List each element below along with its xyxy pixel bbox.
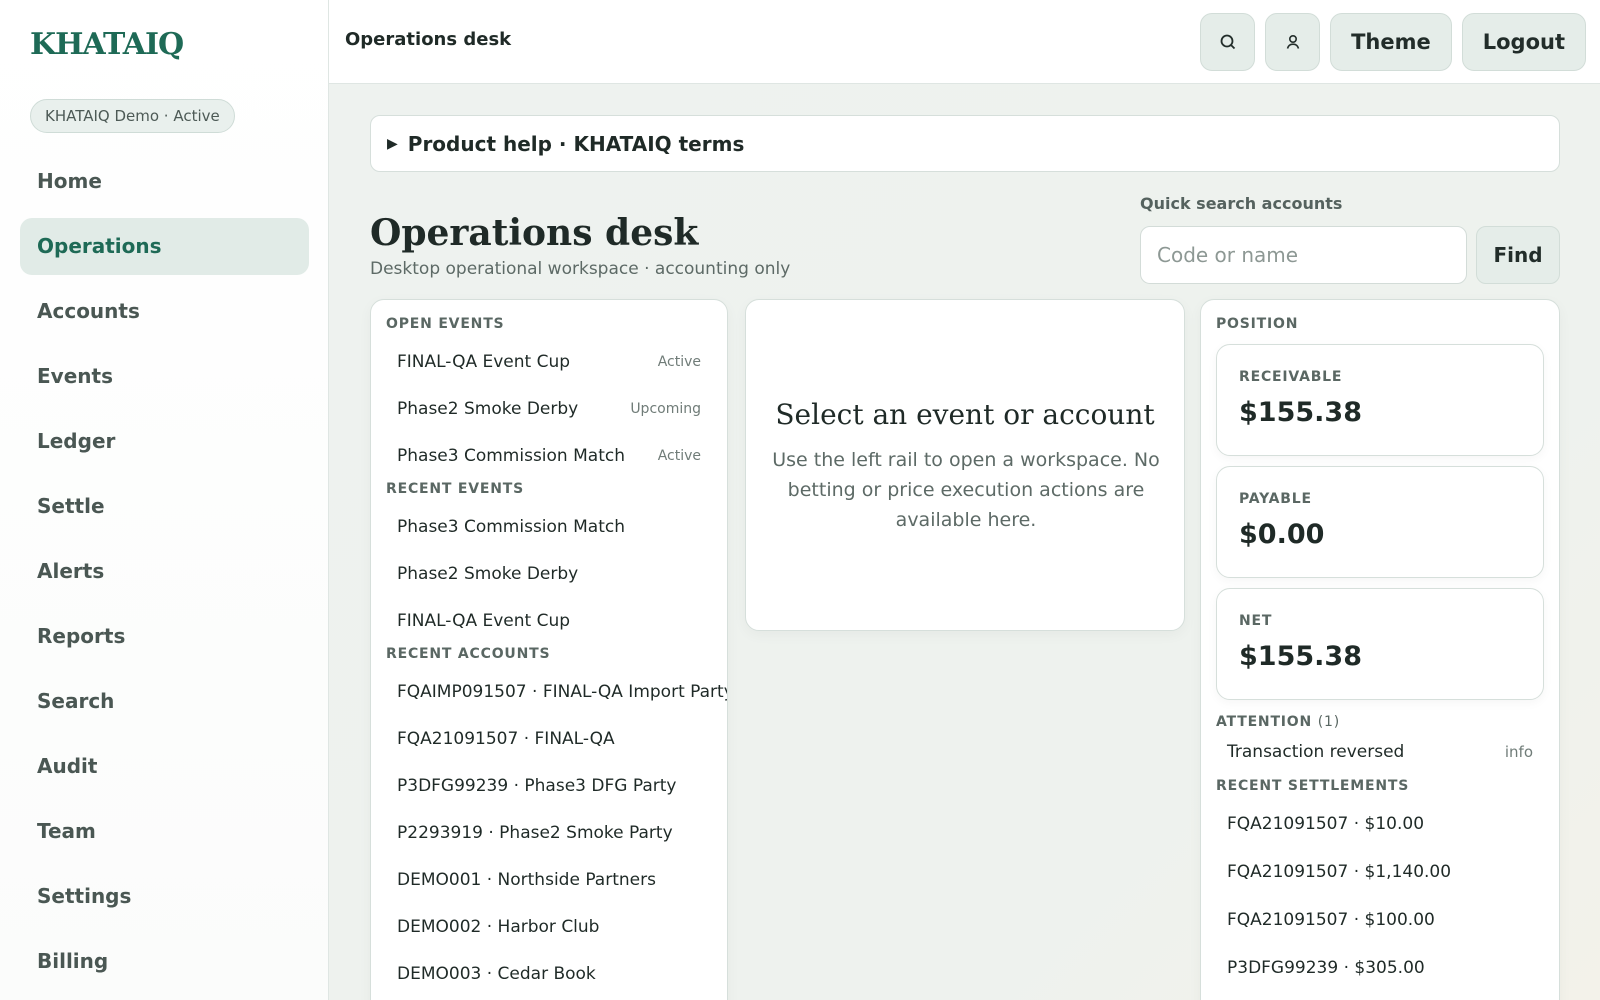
attention-item[interactable]: Transaction reversed info (1201, 730, 1559, 774)
recent-event-row[interactable]: FINAL-QA Event Cup (371, 597, 727, 644)
sidebar-item-ledger[interactable]: Ledger (20, 413, 309, 470)
settlement-row[interactable]: FQA21091507 · $100.00 (1201, 896, 1559, 944)
attention-count: (1) (1317, 714, 1340, 730)
recent-account-row[interactable]: DEMO001 · Northside Partners (371, 856, 727, 903)
open-event-row[interactable]: FINAL-QA Event Cup Active (371, 338, 727, 385)
sidebar-item-operations[interactable]: Operations (20, 218, 309, 275)
payable-metric: PAYABLE $0.00 (1216, 466, 1544, 578)
left-rail-card: OPEN EVENTS FINAL-QA Event Cup Active Ph… (370, 299, 728, 1000)
recent-events-heading: RECENT EVENTS (386, 481, 525, 497)
user-icon (1286, 34, 1299, 49)
metric-label: RECEIVABLE (1239, 369, 1343, 385)
main-content: ▶ Product help · KHATAIQ terms Operation… (329, 84, 1600, 1000)
open-event-row[interactable]: Phase3 Commission Match Active (371, 432, 727, 479)
metric-value: $0.00 (1239, 519, 1325, 550)
receivable-metric: RECEIVABLE $155.38 (1216, 344, 1544, 456)
attention-heading: ATTENTION (1) (1201, 714, 1559, 730)
recent-account-row[interactable]: FQA21091507 · FINAL-QA (371, 715, 727, 762)
sidebar-item-settle[interactable]: Settle (20, 478, 309, 535)
recent-accounts-heading: RECENT ACCOUNTS (386, 646, 551, 662)
event-status: Active (657, 353, 701, 370)
recent-account-row[interactable]: P2293919 · Phase2 Smoke Party (371, 809, 727, 856)
top-actions: Theme Logout (1200, 13, 1586, 71)
caret-right-icon: ▶ (387, 135, 398, 152)
recent-event-row[interactable]: Phase3 Commission Match (371, 503, 727, 550)
search-button[interactable] (1200, 13, 1256, 71)
sidebar-item-search[interactable]: Search (20, 673, 309, 730)
position-card: POSITION RECEIVABLE $155.38 PAYABLE $0.0… (1200, 299, 1560, 1000)
sidebar-item-events[interactable]: Events (20, 348, 309, 405)
event-status: Active (657, 447, 701, 464)
event-name: Phase3 Commission Match (397, 445, 625, 466)
sidebar-item-home[interactable]: Home (20, 153, 309, 210)
recent-account-row[interactable]: FQAIMP091507 · FINAL-QA Import Party (371, 668, 727, 715)
settlement-row[interactable]: P3DFG99239 · $305.00 (1201, 944, 1559, 992)
product-help-label: Product help · KHATAIQ terms (407, 131, 745, 156)
open-events-heading: OPEN EVENTS (386, 316, 505, 332)
sidebar-item-audit[interactable]: Audit (20, 738, 309, 795)
logout-button[interactable]: Logout (1461, 13, 1586, 71)
sidebar: KHATAIQ KHATAIQ Demo · Active Home Opera… (0, 0, 329, 1000)
recent-event-row[interactable]: Phase2 Smoke Derby (371, 550, 727, 597)
top-bar: Operations desk Theme Logout (329, 0, 1600, 84)
theme-button[interactable]: Theme (1330, 13, 1452, 71)
workspace-empty-state: Select an event or account Use the left … (745, 299, 1185, 631)
metric-label: NET (1239, 613, 1273, 629)
event-status: Upcoming (630, 400, 701, 417)
net-metric: NET $155.38 (1216, 588, 1544, 700)
profile-button[interactable] (1265, 13, 1321, 71)
recent-account-row[interactable]: P3DFG99239 · Phase3 DFG Party (371, 762, 727, 809)
event-name: FINAL-QA Event Cup (397, 351, 571, 372)
attention-level: info (1504, 743, 1533, 761)
sidebar-item-settings[interactable]: Settings (20, 868, 309, 925)
search-icon (1220, 34, 1235, 50)
event-name: Phase2 Smoke Derby (397, 398, 579, 419)
find-button[interactable]: Find (1476, 226, 1560, 284)
sidebar-item-reports[interactable]: Reports (20, 608, 309, 665)
metric-value: $155.38 (1239, 397, 1362, 428)
product-help-toggle[interactable]: ▶ Product help · KHATAIQ terms (370, 115, 1560, 172)
recent-account-row[interactable]: DEMO003 · Cedar Book (371, 950, 727, 997)
attention-text: Transaction reversed (1227, 742, 1405, 762)
topbar-title: Operations desk (345, 29, 512, 50)
sidebar-item-alerts[interactable]: Alerts (20, 543, 309, 600)
page-title: Operations desk (370, 212, 699, 254)
quick-search-input[interactable] (1140, 226, 1467, 284)
position-heading: POSITION (1216, 316, 1299, 332)
empty-state-body: Use the left rail to open a workspace. N… (772, 449, 1160, 531)
page-subtitle: Desktop operational workspace · accounti… (370, 259, 791, 279)
brand-logo[interactable]: KHATAIQ (30, 27, 184, 62)
settlement-row[interactable]: FQA21091507 · $10.00 (1201, 800, 1559, 848)
sidebar-item-team[interactable]: Team (20, 803, 309, 860)
quick-search-label: Quick search accounts (1140, 194, 1343, 213)
tenant-badge[interactable]: KHATAIQ Demo · Active (30, 99, 235, 133)
recent-account-row[interactable]: DEMO002 · Harbor Club (371, 903, 727, 950)
empty-state-title: Select an event or account (775, 398, 1155, 431)
sidebar-nav: Home Operations Accounts Events Ledger S… (20, 153, 309, 998)
settlement-row[interactable]: FQA21091507 · $1,140.00 (1201, 848, 1559, 896)
sidebar-item-accounts[interactable]: Accounts (20, 283, 309, 340)
recent-settlements-heading: RECENT SETTLEMENTS (1216, 778, 1410, 794)
sidebar-item-billing[interactable]: Billing (20, 933, 309, 990)
attention-title: ATTENTION (1216, 714, 1313, 730)
metric-value: $155.38 (1239, 641, 1362, 672)
open-event-row[interactable]: Phase2 Smoke Derby Upcoming (371, 385, 727, 432)
metric-label: PAYABLE (1239, 491, 1312, 507)
app-root: KHATAIQ KHATAIQ Demo · Active Home Opera… (0, 0, 1600, 1000)
